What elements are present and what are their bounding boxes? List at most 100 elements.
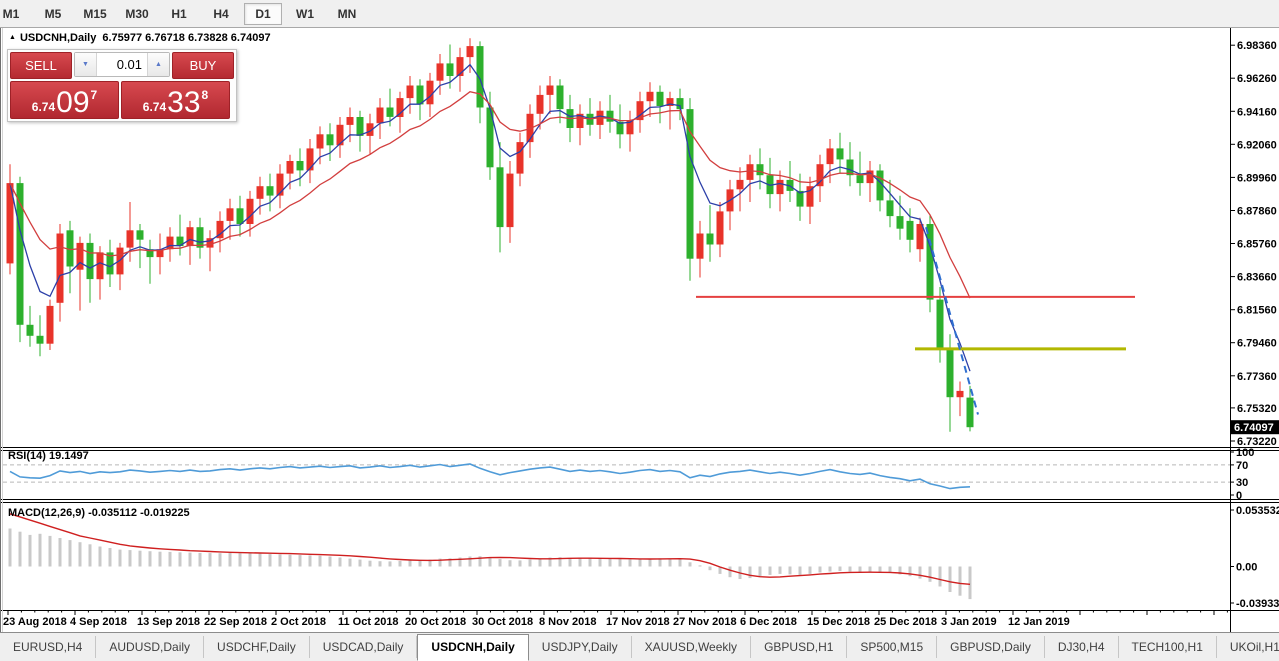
x-axis-label: 11 Oct 2018	[338, 616, 399, 628]
tab-audusd-daily[interactable]: AUDUSD,Daily	[96, 636, 204, 658]
tab-usdchf-daily[interactable]: USDCHF,Daily	[204, 636, 310, 658]
macd-histogram-bar	[869, 567, 872, 572]
macd-histogram-bar	[499, 559, 502, 566]
macd-histogram-bar	[699, 565, 702, 566]
macd-histogram-bar	[369, 561, 372, 567]
timeframe-button-m1[interactable]: M1	[0, 3, 30, 25]
timeframe-button-m30[interactable]: M30	[118, 3, 156, 25]
tab-dj30-h4[interactable]: DJ30,H4	[1045, 636, 1119, 658]
tab-xauusd-weekly[interactable]: XAUUSD,Weekly	[632, 636, 751, 658]
timeframe-button-h4[interactable]: H4	[202, 3, 240, 25]
candle-body	[607, 111, 614, 122]
tab-gbpusd-h1[interactable]: GBPUSD,H1	[751, 636, 847, 658]
timeframe-button-m5[interactable]: M5	[34, 3, 72, 25]
macd-histogram-bar	[619, 559, 622, 566]
price-axis-label: 6.83660	[1237, 272, 1277, 284]
collapse-icon[interactable]: ▲	[9, 34, 16, 41]
macd-histogram-bar	[509, 560, 512, 566]
x-axis-label: 30 Oct 2018	[472, 616, 533, 628]
macd-histogram-bar	[609, 559, 612, 567]
x-axis-label: 25 Dec 2018	[874, 616, 937, 628]
candle-body	[947, 350, 954, 397]
macd-axis-label: -0.039333	[1236, 598, 1279, 610]
macd-histogram-bar	[379, 561, 382, 566]
candle-body	[137, 230, 144, 239]
macd-histogram-bar	[339, 558, 342, 567]
candle-body	[57, 234, 64, 303]
macd-histogram-bar	[299, 555, 302, 566]
x-axis-label: 2 Oct 2018	[271, 616, 326, 628]
price-axis-label: 6.85760	[1237, 239, 1277, 251]
candle-body	[757, 164, 764, 175]
tab-eurusd-h4[interactable]: EURUSD,H4	[0, 636, 96, 658]
sell-price-box[interactable]: 6.74 09 7	[10, 81, 119, 119]
macd-label: MACD(12,26,9) -0.035112 -0.019225	[8, 507, 190, 519]
macd-histogram-bar	[729, 567, 732, 578]
candle-body	[187, 227, 194, 246]
tab-usdjpy-daily[interactable]: USDJPY,Daily	[529, 636, 632, 658]
rsi-axis-label: 0	[1236, 490, 1242, 502]
macd-histogram-bar	[649, 559, 652, 567]
candle-body	[247, 199, 254, 224]
macd-histogram-bar	[149, 551, 152, 566]
price-axis-label: 6.89960	[1237, 172, 1277, 184]
macd-histogram-bar	[99, 547, 102, 567]
tab-sp500-m15[interactable]: SP500,M15	[847, 636, 937, 658]
tab-usdcad-daily[interactable]: USDCAD,Daily	[310, 636, 418, 658]
tab-usdcnh-daily[interactable]: USDCNH,Daily	[417, 634, 528, 661]
tab-tech100-h1[interactable]: TECH100,H1	[1119, 636, 1217, 658]
macd-histogram-bar	[159, 552, 162, 567]
candle-body	[347, 117, 354, 125]
macd-histogram-bar	[529, 560, 532, 567]
candle-body	[517, 142, 524, 174]
timeframe-button-w1[interactable]: W1	[286, 3, 324, 25]
candle-body	[537, 95, 544, 114]
macd-histogram-bar	[599, 558, 602, 566]
volume-stepper: ▼ 0.01 ▲	[74, 52, 170, 77]
macd-histogram-bar	[409, 560, 412, 566]
macd-histogram-bar	[129, 550, 132, 566]
buy-price-box[interactable]: 6.74 33 8	[121, 81, 230, 119]
macd-histogram-bar	[259, 554, 262, 567]
macd-histogram-bar	[949, 567, 952, 593]
macd-histogram-bar	[49, 536, 52, 567]
macd-histogram-bar	[809, 567, 812, 574]
macd-histogram-bar	[89, 544, 92, 566]
timeframe-button-mn[interactable]: MN	[328, 3, 366, 25]
candle-body	[387, 108, 394, 117]
macd-axis-label: 0.00	[1236, 562, 1257, 574]
macd-histogram-bar	[169, 552, 172, 567]
candle-body	[317, 134, 324, 148]
candle-body	[547, 86, 554, 95]
macd-histogram-bar	[519, 560, 522, 566]
macd-histogram-bar	[249, 553, 252, 566]
macd-histogram-bar	[669, 559, 672, 567]
sell-button[interactable]: SELL	[10, 52, 72, 79]
chart-header: ▲USDCNH,Daily6.75977 6.76718 6.73828 6.7…	[9, 32, 271, 44]
symbol-tabbar: EURUSD,H4AUDUSD,DailyUSDCHF,DailyUSDCAD,…	[0, 632, 1279, 661]
macd-histogram-bar	[639, 559, 642, 566]
macd-histogram-bar	[309, 555, 312, 566]
x-axis-label: 15 Dec 2018	[807, 616, 870, 628]
volume-decrease-button[interactable]: ▼	[75, 53, 97, 76]
x-axis-label: 13 Sep 2018	[137, 616, 200, 628]
timeframe-button-d1[interactable]: D1	[244, 3, 282, 25]
candle-body	[657, 92, 664, 106]
volume-increase-button[interactable]: ▲	[147, 53, 169, 76]
candle-body	[647, 92, 654, 101]
buy-button[interactable]: BUY	[172, 52, 234, 79]
tab-gbpusd-daily[interactable]: GBPUSD,Daily	[937, 636, 1045, 658]
price-axis-label: 6.92060	[1237, 139, 1277, 151]
candle-body	[297, 161, 304, 170]
volume-input[interactable]: 0.01	[97, 53, 147, 76]
sell-price-prefix: 6.74	[32, 100, 55, 114]
candle-body	[357, 117, 364, 136]
timeframe-button-h1[interactable]: H1	[160, 3, 198, 25]
macd-histogram-bar	[109, 548, 112, 567]
macd-histogram-bar	[849, 567, 852, 572]
tab-ukoil-h1[interactable]: UKOil,H1	[1217, 636, 1279, 658]
current-price-label: 6.74097	[1234, 422, 1274, 434]
macd-histogram-bar	[139, 551, 142, 567]
timeframe-button-m15[interactable]: M15	[76, 3, 114, 25]
candle-body	[717, 211, 724, 244]
